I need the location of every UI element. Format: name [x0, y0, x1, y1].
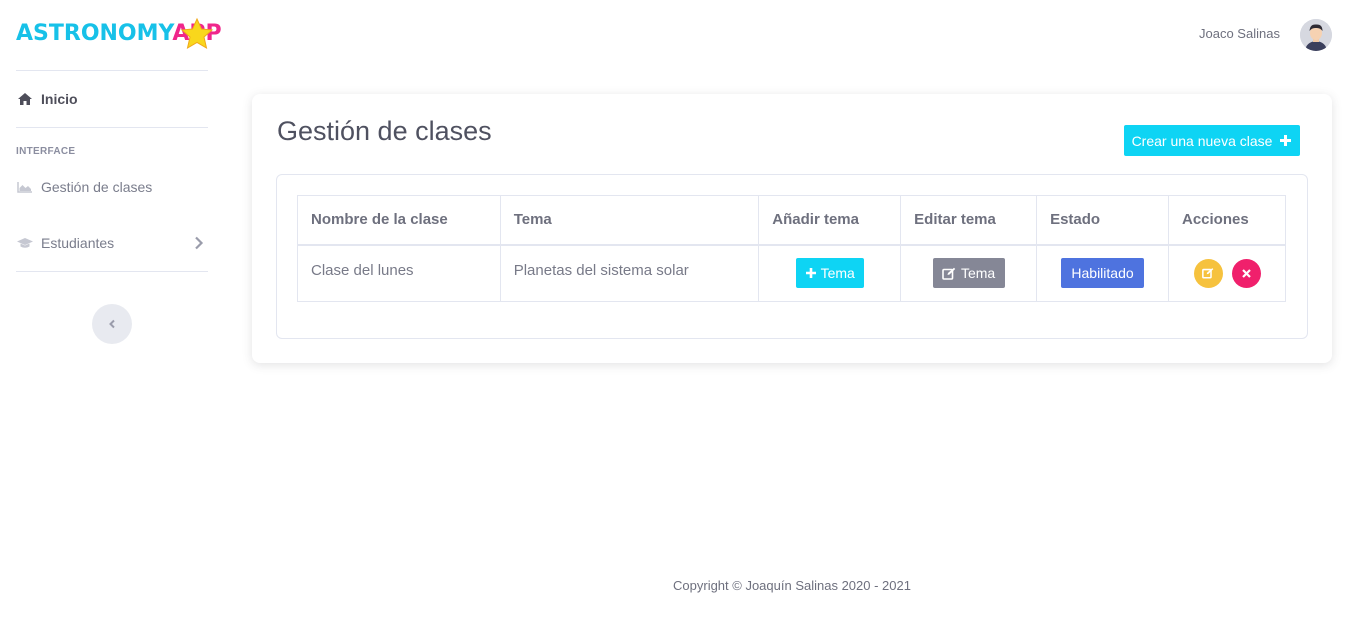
edit-class-button[interactable] [1193, 258, 1223, 288]
classes-table: Nombre de la clase Tema Añadir tema Edit… [297, 195, 1286, 302]
column-header: Estado [1036, 195, 1169, 246]
edit-topic-button[interactable]: Tema [932, 258, 1005, 289]
status-button[interactable]: Habilitado [1061, 258, 1145, 289]
table-container: Nombre de la clase Tema Añadir tema Edit… [276, 174, 1308, 339]
chart-area-icon [16, 180, 34, 194]
table-header-row: Nombre de la clase Tema Añadir tema Edit… [297, 195, 1286, 246]
class-name-cell: Clase del lunes [297, 244, 501, 302]
classes-card: Gestión de clases Crear una nueva clase … [252, 94, 1332, 363]
user-name[interactable]: Joaco Salinas [1199, 26, 1280, 41]
sidebar-item-estudiantes[interactable]: Estudiantes [16, 228, 216, 258]
table-row: Clase del lunes Planetas del sistema sol… [297, 244, 1286, 302]
sidebar-item-gestion-de-clases[interactable]: Gestión de clases [16, 172, 216, 202]
column-header: Tema [499, 195, 760, 246]
sidebar-divider [16, 271, 208, 272]
delete-class-button[interactable] [1231, 258, 1261, 288]
user-avatar-icon [1300, 19, 1332, 51]
column-header: Acciones [1168, 195, 1286, 246]
column-header: Añadir tema [758, 195, 902, 246]
edit-topic-label: Tema [960, 265, 996, 282]
add-topic-button[interactable]: Tema [795, 258, 864, 289]
sidebar-item-label: Estudiantes [41, 235, 115, 251]
status-cell: Habilitado [1036, 244, 1169, 302]
home-icon [16, 92, 34, 106]
sidebar-item-inicio[interactable]: Inicio [16, 84, 216, 114]
edit-topic-cell: Tema [900, 244, 1038, 302]
sidebar-divider [16, 70, 208, 71]
sidebar-item-label: Gestión de clases [41, 179, 153, 195]
avatar[interactable] [1300, 19, 1332, 51]
sidebar: ASTRONOMYAPP Inicio INTERFACE Gestión de… [0, 0, 224, 625]
brand-text-part1: ASTRONOMY [16, 21, 173, 46]
edit-icon [1202, 268, 1214, 279]
page-title: Gestión de clases [277, 116, 492, 146]
close-icon [1241, 268, 1251, 278]
topic-cell: Planetas del sistema solar [499, 244, 760, 302]
create-class-label: Crear una nueva clase [1131, 132, 1273, 149]
add-topic-cell: Tema [758, 244, 902, 302]
edit-icon [942, 267, 956, 280]
chevron-left-icon [109, 319, 115, 329]
star-icon [180, 17, 214, 50]
plus-icon [1280, 135, 1292, 146]
sidebar-item-label: Inicio [41, 91, 78, 107]
column-header: Editar tema [900, 195, 1038, 246]
add-topic-label: Tema [820, 265, 855, 282]
footer-copyright: Copyright © Joaquín Salinas 2020 - 2021 [673, 578, 911, 593]
graduation-cap-icon [16, 236, 34, 250]
sidebar-toggle-button[interactable] [92, 304, 132, 344]
plus-icon [805, 268, 816, 279]
create-class-button[interactable]: Crear una nueva clase [1124, 125, 1300, 156]
column-header: Nombre de la clase [297, 195, 501, 246]
actions-cell [1168, 244, 1286, 302]
sidebar-divider [16, 127, 208, 128]
brand-logo[interactable]: ASTRONOMYAPP [16, 16, 222, 52]
sidebar-heading: INTERFACE [16, 146, 76, 157]
chevron-right-icon [195, 236, 204, 250]
